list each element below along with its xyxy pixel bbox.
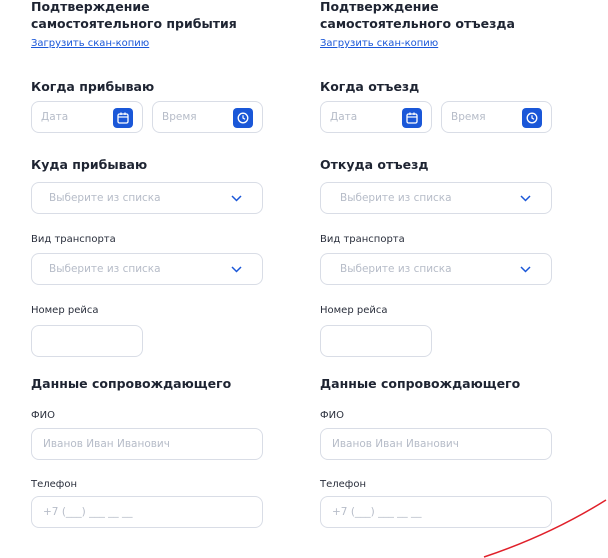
chevron-down-icon	[231, 195, 242, 202]
departure-phone-placeholder: +7 (___) ___ __ __	[332, 506, 422, 518]
arrival-phone-input[interactable]: +7 (___) ___ __ __	[31, 496, 263, 528]
departure-escort-title: Данные сопровождающего	[320, 376, 521, 391]
departure-transport-label: Вид транспорта	[320, 234, 405, 245]
departure-transport-placeholder: Выберите из списка	[340, 263, 452, 275]
chevron-down-icon	[231, 266, 242, 273]
arrival-date-field[interactable]: Дата	[31, 101, 143, 133]
clock-icon[interactable]	[233, 108, 253, 128]
calendar-icon[interactable]	[113, 108, 133, 128]
departure-where-title: Откуда отъезд	[320, 157, 429, 172]
departure-date-field[interactable]: Дата	[320, 101, 432, 133]
arrival-transport-select[interactable]: Выберите из списка	[31, 253, 263, 285]
arrival-transport-placeholder: Выберите из списка	[49, 263, 161, 275]
arrival-where-title: Куда прибываю	[31, 157, 148, 172]
departure-phone-input[interactable]: +7 (___) ___ __ __	[320, 496, 552, 528]
departure-flight-input[interactable]	[320, 325, 432, 357]
departure-transport-select[interactable]: Выберите из списка	[320, 253, 552, 285]
departure-fio-input[interactable]: Иванов Иван Иванович	[320, 428, 552, 460]
arrival-flight-input[interactable]	[31, 325, 143, 357]
arrival-flight-label: Номер рейса	[31, 305, 99, 316]
departure-fio-label: ФИО	[320, 410, 344, 421]
arrival-date-placeholder: Дата	[41, 111, 69, 123]
departure-confirm-title: Подтверждение самостоятельного отъезда	[320, 0, 515, 31]
arrival-where-select[interactable]: Выберите из списка	[31, 182, 263, 214]
departure-flight-label: Номер рейса	[320, 305, 388, 316]
arrival-phone-placeholder: +7 (___) ___ __ __	[43, 506, 133, 518]
arrival-upload-link[interactable]: Загрузить скан-копию	[31, 38, 149, 49]
arrival-time-placeholder: Время	[162, 111, 197, 123]
chevron-down-icon	[520, 266, 531, 273]
arrival-phone-label: Телефон	[31, 479, 78, 490]
arrival-fio-input[interactable]: Иванов Иван Иванович	[31, 428, 263, 460]
departure-where-select[interactable]: Выберите из списка	[320, 182, 552, 214]
arrival-time-field[interactable]: Время	[152, 101, 263, 133]
departure-time-field[interactable]: Время	[441, 101, 552, 133]
departure-where-placeholder: Выберите из списка	[340, 192, 452, 204]
chevron-down-icon	[520, 195, 531, 202]
departure-date-placeholder: Дата	[330, 111, 358, 123]
departure-when-title: Когда отъезд	[320, 79, 420, 94]
arrival-when-title: Когда прибываю	[31, 79, 155, 94]
arrival-escort-title: Данные сопровождающего	[31, 376, 232, 391]
departure-phone-label: Телефон	[320, 479, 367, 490]
arrival-fio-placeholder: Иванов Иван Иванович	[43, 438, 170, 450]
arrival-confirm-title: Подтверждение самостоятельного прибытия	[31, 0, 237, 31]
arrival-transport-label: Вид транспорта	[31, 234, 116, 245]
departure-fio-placeholder: Иванов Иван Иванович	[332, 438, 459, 450]
departure-time-placeholder: Время	[451, 111, 486, 123]
calendar-icon[interactable]	[402, 108, 422, 128]
clock-icon[interactable]	[522, 108, 542, 128]
departure-upload-link[interactable]: Загрузить скан-копию	[320, 38, 438, 49]
arrival-where-placeholder: Выберите из списка	[49, 192, 161, 204]
arrival-fio-label: ФИО	[31, 410, 55, 421]
